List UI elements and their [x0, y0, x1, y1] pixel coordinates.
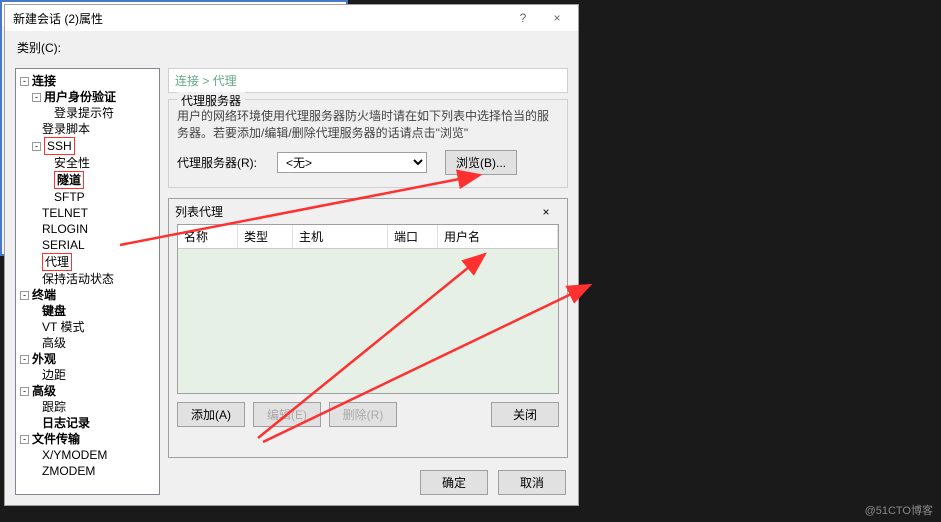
proxy-server-label: 代理服务器(R):	[177, 154, 277, 171]
tree-item-auth[interactable]: 用户身份验证	[44, 90, 116, 104]
tree-toggle-icon[interactable]: -	[20, 77, 29, 86]
tree-toggle-icon[interactable]: -	[20, 387, 29, 396]
tree-item-trace[interactable]: 跟踪	[42, 400, 66, 414]
watermark: @51CTO博客	[865, 502, 933, 518]
tree-item-sftp[interactable]: SFTP	[54, 190, 85, 204]
tree-item-serial[interactable]: SERIAL	[42, 238, 85, 252]
add-button[interactable]: 添加(A)	[177, 402, 245, 427]
list-close-button[interactable]: ×	[531, 205, 561, 219]
tree-toggle-icon[interactable]: -	[32, 142, 41, 151]
browse-button[interactable]: 浏览(B)...	[445, 150, 517, 175]
tree-item-prompt[interactable]: 登录提示符	[54, 106, 114, 120]
tree-item-advanced[interactable]: 高级	[42, 336, 66, 350]
tree-item-zmodem[interactable]: ZMODEM	[42, 464, 95, 478]
ok-button[interactable]: 确定	[420, 470, 488, 495]
tree-item-proxy[interactable]: 代理	[42, 253, 72, 271]
group-title: 代理服务器	[177, 92, 245, 109]
category-label: 类别(C):	[17, 39, 568, 56]
proxy-server-select[interactable]: <无>	[277, 152, 427, 173]
tree-item-telnet[interactable]: TELNET	[42, 206, 88, 220]
tree-item-appearance[interactable]: 外观	[32, 352, 56, 366]
close-list-button[interactable]: 关闭	[491, 402, 559, 427]
breadcrumb: 连接 > 代理	[168, 68, 568, 93]
tree-item-security[interactable]: 安全性	[54, 156, 90, 170]
cancel-button[interactable]: 取消	[498, 470, 566, 495]
col-type[interactable]: 类型	[238, 225, 293, 248]
close-button[interactable]: ×	[540, 7, 574, 29]
right-pane: 连接 > 代理 代理服务器 用户的网络环境使用代理服务器防火墙时请在如下列表中选…	[168, 68, 568, 495]
edit-button: 编辑(E)	[253, 402, 321, 427]
tree-item-xymodem[interactable]: X/YMODEM	[42, 448, 107, 462]
tree-item-keepalive[interactable]: 保持活动状态	[42, 272, 114, 286]
tree-toggle-icon[interactable]: -	[20, 355, 29, 364]
tree-item-advanced2[interactable]: 高级	[32, 384, 56, 398]
tree-item-vtmode[interactable]: VT 模式	[42, 320, 84, 334]
session-properties-window: 新建会话 (2)属性 ? × 类别(C): -连接 -用户身份验证 登录提示符 …	[4, 4, 579, 506]
tree-item-keyboard[interactable]: 键盘	[42, 304, 66, 318]
tree-item-margin[interactable]: 边距	[42, 368, 66, 382]
tree-toggle-icon[interactable]: -	[20, 435, 29, 444]
help-button[interactable]: ?	[506, 7, 540, 29]
delete-button: 删除(R)	[329, 402, 397, 427]
tree-item-script[interactable]: 登录脚本	[42, 122, 90, 136]
col-name[interactable]: 名称	[178, 225, 238, 248]
titlebar: 新建会话 (2)属性 ? ×	[5, 5, 578, 31]
window-title: 新建会话 (2)属性	[13, 10, 103, 27]
tree-item-terminal[interactable]: 终端	[32, 288, 56, 302]
list-title: 列表代理	[175, 203, 223, 220]
tree-toggle-icon[interactable]: -	[32, 93, 41, 102]
category-tree[interactable]: -连接 -用户身份验证 登录提示符 登录脚本 -SSH 安全性 隧道 SFTP …	[15, 68, 160, 495]
tree-item-connection[interactable]: 连接	[32, 74, 56, 88]
proxy-server-group: 代理服务器 用户的网络环境使用代理服务器防火墙时请在如下列表中选择恰当的服务器。…	[168, 99, 568, 188]
col-port[interactable]: 端口	[388, 225, 438, 248]
col-user[interactable]: 用户名	[438, 225, 558, 248]
proxy-list-dialog: 列表代理 × 名称 类型 主机 端口 用户名 添加(A)	[168, 198, 568, 458]
tree-item-rlogin[interactable]: RLOGIN	[42, 222, 88, 236]
col-host[interactable]: 主机	[293, 225, 388, 248]
tree-item-tunnel[interactable]: 隧道	[54, 171, 84, 189]
tree-item-ssh[interactable]: SSH	[44, 137, 75, 155]
tree-item-filetransfer[interactable]: 文件传输	[32, 432, 80, 446]
tree-item-log[interactable]: 日志记录	[42, 416, 90, 430]
proxy-description: 用户的网络环境使用代理服务器防火墙时请在如下列表中选择恰当的服务器。若要添加/编…	[177, 108, 559, 142]
proxy-list-table[interactable]: 名称 类型 主机 端口 用户名	[177, 224, 559, 394]
tree-toggle-icon[interactable]: -	[20, 291, 29, 300]
